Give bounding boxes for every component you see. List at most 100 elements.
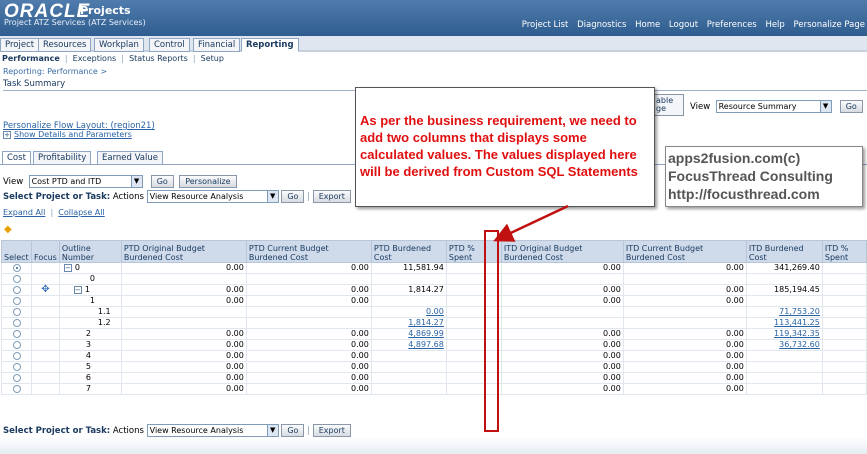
row-select-radio[interactable]	[12, 373, 21, 382]
focus-cell	[31, 383, 60, 395]
itd-orig-cell: 0.00	[500, 361, 624, 373]
tab-financial[interactable]: Financial	[193, 38, 241, 52]
row-select-radio[interactable]	[12, 296, 21, 305]
row-select-radio[interactable]	[12, 274, 21, 283]
export-button-bottom[interactable]: Export	[312, 424, 351, 437]
subtab-setup[interactable]: Setup	[201, 54, 224, 63]
amount-link[interactable]: 1,814.27	[408, 318, 444, 327]
row-select-radio[interactable]	[12, 307, 21, 316]
subtab-performance[interactable]: Performance	[2, 54, 60, 63]
tab-cost[interactable]: Cost	[2, 151, 31, 165]
show-details-link[interactable]: Show Details and Parameters	[14, 130, 132, 139]
outline-cell: 1.1	[58, 306, 122, 318]
show-details-toggle[interactable]: + Show Details and Parameters	[3, 130, 132, 139]
tab-earned-value[interactable]: Earned Value	[97, 151, 163, 165]
outline-cell: 7	[58, 383, 122, 395]
task-go-button-bottom[interactable]: Go	[281, 424, 305, 437]
subtab-exceptions[interactable]: Exceptions	[73, 54, 117, 63]
amount-value: 0.00	[351, 329, 369, 338]
row-select-radio[interactable]	[12, 340, 21, 349]
amount-value: 0.00	[351, 351, 369, 360]
ptd-orig-cell: 0.00	[120, 372, 247, 384]
ptd-curr-cell: 0.00	[245, 350, 372, 362]
ptd-orig-cell	[120, 317, 247, 329]
tab-resources[interactable]: Resources	[38, 38, 92, 52]
itd-burd-cell: 119,342.35	[745, 328, 823, 340]
personalize-button[interactable]: Personalize	[179, 175, 237, 188]
spent-cell	[821, 317, 867, 329]
amount-link[interactable]: 4,897.68	[408, 340, 444, 349]
row-select-radio[interactable]	[12, 318, 21, 327]
export-button[interactable]: Export	[312, 190, 351, 203]
expand-all-link[interactable]: Expand All	[3, 208, 45, 217]
amount-value: 0.00	[226, 296, 244, 305]
task-go-button[interactable]: Go	[281, 190, 305, 203]
global-link-diagnostics[interactable]: Diagnostics	[577, 20, 626, 30]
chevron-down-icon: ▼	[266, 425, 278, 436]
amount-value: 0.00	[226, 373, 244, 382]
tab-workplan[interactable]: Workplan	[94, 38, 144, 52]
global-link-project-list[interactable]: Project List	[522, 20, 569, 30]
task-action-select[interactable]: View Resource Analysis ▼	[146, 190, 279, 203]
itd-orig-cell: 0.00	[500, 350, 624, 362]
collapse-icon[interactable]: −	[63, 263, 72, 272]
global-link-logout[interactable]: Logout	[669, 20, 698, 30]
amount-link[interactable]: 4,869.99	[408, 329, 444, 338]
ptd-burd-cell: 1,814.27	[370, 317, 447, 329]
amount-value: 0.00	[226, 340, 244, 349]
table-row: −0 0.00 0.00 11,581.94 0.00 0.00 341,269.40	[1, 262, 867, 274]
resource-view-select[interactable]: Resource Summary ▼	[715, 100, 832, 113]
tab-project[interactable]: Project	[0, 38, 40, 52]
amount-link[interactable]: 0.00	[426, 307, 444, 316]
global-link-personalize-page[interactable]: Personalize Page	[794, 20, 865, 30]
collapse-icon[interactable]: −	[73, 285, 82, 294]
cost-go-button[interactable]: Go	[150, 175, 174, 188]
cost-view-row: View Cost PTD and ITD ▼ Go Personalize	[3, 175, 237, 188]
col-itd-burdened: ITD Burdened Cost	[745, 240, 823, 263]
resource-go-button[interactable]: Go	[839, 100, 863, 113]
task-action-value: View Resource Analysis	[149, 192, 244, 201]
outline-cell: 5	[58, 361, 122, 373]
collapse-all-link[interactable]: Collapse All	[58, 208, 104, 217]
ptd-orig-cell: 0.00	[120, 339, 247, 351]
amount-link[interactable]: 119,342.35	[774, 329, 820, 338]
global-link-home[interactable]: Home	[635, 20, 660, 30]
ptd-burd-cell	[370, 361, 447, 373]
outline-number: 4	[85, 351, 91, 360]
chevron-down-icon: ▼	[266, 191, 278, 202]
cost-view-select[interactable]: Cost PTD and ITD ▼	[28, 175, 143, 188]
amount-link[interactable]: 36,732.60	[779, 340, 820, 349]
row-select-radio[interactable]	[12, 362, 21, 371]
watermark-line-3: http://focusthread.com	[668, 186, 820, 202]
tab-reporting[interactable]: Reporting	[241, 38, 299, 52]
partial-button[interactable]: able ge	[652, 94, 684, 116]
subtab-status-reports[interactable]: Status Reports	[129, 54, 188, 63]
itd-orig-cell: 0.00	[500, 262, 624, 274]
breadcrumb[interactable]: Reporting: Performance >	[3, 67, 107, 76]
task-action-select-bottom[interactable]: View Resource Analysis ▼	[146, 424, 279, 437]
amount-value: 0.00	[726, 362, 744, 371]
amount-value: 0.00	[726, 373, 744, 382]
global-link-help[interactable]: Help	[765, 20, 784, 30]
amount-value: 11,581.94	[403, 263, 444, 272]
tab-profitability[interactable]: Profitability	[33, 151, 92, 165]
row-select-radio[interactable]	[12, 351, 21, 360]
tab-control[interactable]: Control	[149, 38, 190, 52]
row-select-radio[interactable]	[12, 263, 21, 272]
row-select-radio[interactable]	[12, 329, 21, 338]
col-itd-spent: ITD % Spent	[821, 240, 867, 263]
table-row: ✥ −1 0.00 0.00 1,814.27 0.00 0.00 185,194.45	[1, 284, 867, 296]
focus-cell	[31, 295, 60, 307]
row-select-radio[interactable]	[12, 384, 21, 393]
amount-link[interactable]: 71,753.20	[779, 307, 820, 316]
focus-icon[interactable]: ✥	[41, 284, 49, 295]
table-row: 0	[1, 273, 867, 285]
task-action-value: View Resource Analysis	[149, 426, 244, 435]
itd-curr-cell: 0.00	[622, 372, 747, 384]
focus-diamond-icon[interactable]: ◆	[4, 224, 12, 235]
row-select-radio[interactable]	[12, 285, 21, 294]
spent-cell	[821, 372, 867, 384]
amount-link[interactable]: 113,441.25	[774, 318, 820, 327]
global-link-preferences[interactable]: Preferences	[707, 20, 757, 30]
itd-orig-cell: 0.00	[500, 383, 624, 395]
